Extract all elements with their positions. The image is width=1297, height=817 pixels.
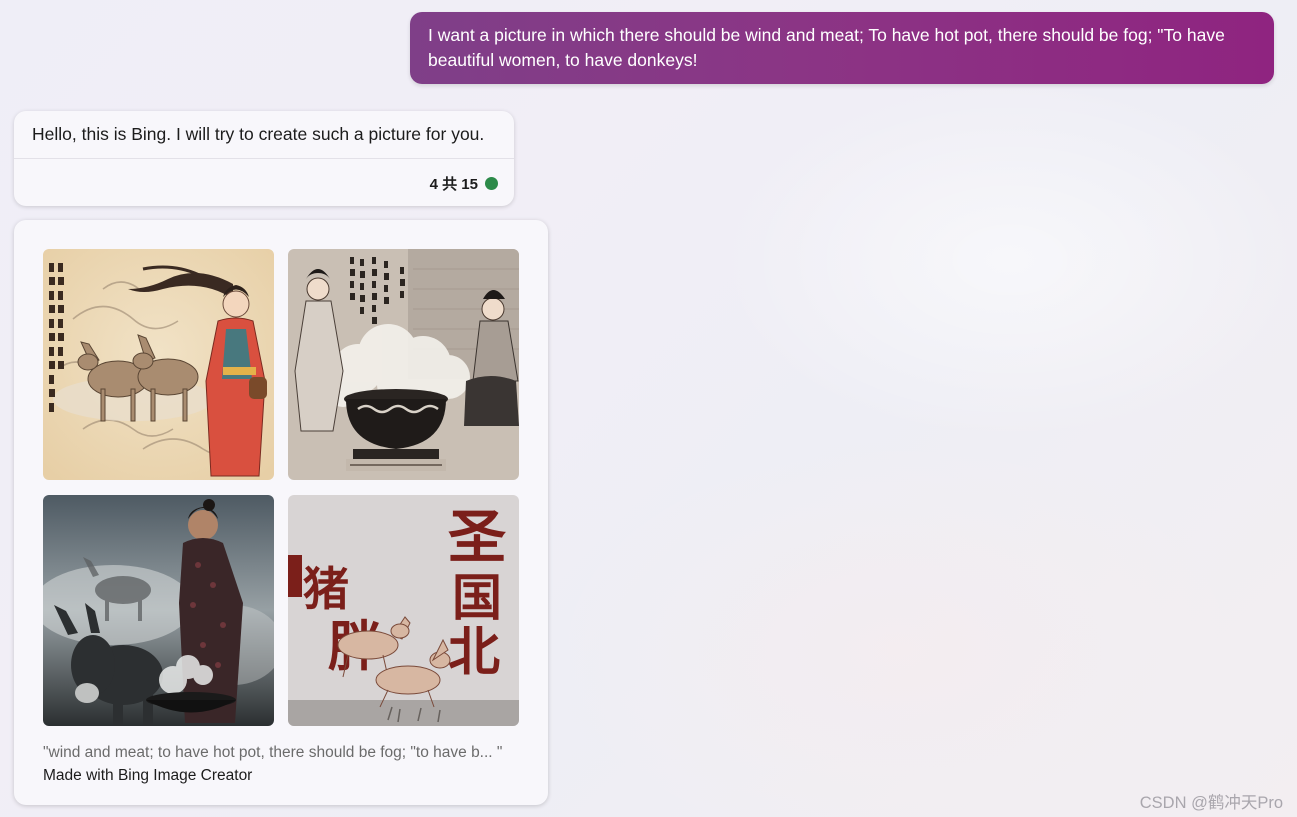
generated-image-2[interactable]: [288, 249, 519, 480]
turn-counter-text: 4 共 15: [429, 176, 478, 193]
watermark: CSDN @鹤冲天Pro: [1139, 794, 1283, 812]
calligraphy-char: 国: [452, 568, 502, 627]
calligraphy-char: 北: [448, 622, 500, 683]
calligraphy-char: 猪: [303, 562, 349, 616]
image-hot-pot-women: [288, 249, 519, 480]
generated-image-1[interactable]: [43, 249, 274, 480]
image-woman-donkey-cooking: [43, 495, 274, 726]
calligraphy-char: 圣: [448, 503, 506, 571]
generated-image-3[interactable]: [43, 495, 274, 726]
bubble-divider: [14, 158, 514, 159]
image-woman-donkeys-wind: [43, 249, 274, 480]
user-message-text: I want a picture in which there should b…: [428, 25, 1225, 70]
generated-image-4[interactable]: 圣 国 北 猪 胖: [288, 495, 519, 726]
image-calligraphy-animals: 圣 国 北 猪 胖: [288, 495, 519, 726]
bot-message-text: Hello, this is Bing. I will try to creat…: [32, 124, 485, 144]
status-dot-icon: [485, 177, 498, 190]
image-prompt-caption: "wind and meat; to have hot pot, there s…: [43, 744, 503, 761]
bot-message-bubble: Hello, this is Bing. I will try to creat…: [14, 111, 514, 206]
turn-counter: 4 共 15: [430, 173, 498, 194]
user-message-bubble: I want a picture in which there should b…: [410, 12, 1274, 84]
image-creator-credit: Made with Bing Image Creator: [43, 767, 253, 784]
generated-image-card: 圣 国 北 猪 胖 "wind and meat; to have hot po…: [14, 220, 548, 805]
